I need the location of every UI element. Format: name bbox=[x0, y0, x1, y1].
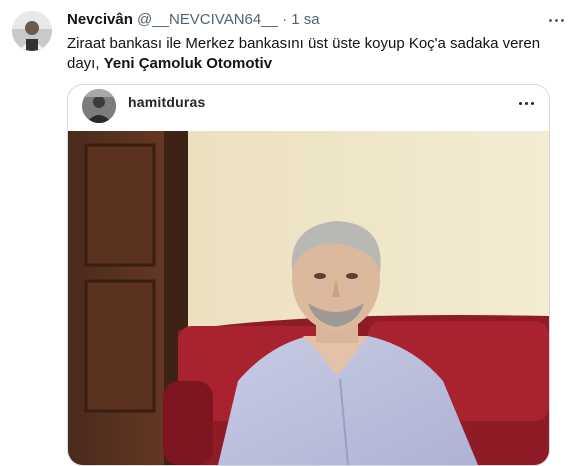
author-handle[interactable]: @__NEVCIVAN64__ bbox=[137, 11, 278, 28]
tweet-timestamp[interactable]: 1 sa bbox=[291, 11, 319, 28]
tweet-media[interactable]: hamitduras bbox=[67, 84, 550, 466]
author-avatar[interactable] bbox=[12, 11, 52, 51]
embedded-avatar-image bbox=[82, 89, 116, 123]
separator-dot: · bbox=[282, 11, 288, 28]
author-name[interactable]: Nevcivân bbox=[67, 11, 133, 28]
embedded-avatar bbox=[82, 89, 116, 123]
tweet-text: Ziraat bankası ile Merkez bankasını üst … bbox=[67, 34, 557, 74]
more-options-icon[interactable] bbox=[545, 12, 567, 28]
embedded-more-icon bbox=[515, 99, 537, 107]
embedded-username: hamitduras bbox=[128, 94, 206, 110]
tweet-header: Nevcivân @__NEVCIVAN64__ · 1 sa bbox=[67, 10, 320, 30]
embedded-photo bbox=[68, 131, 549, 465]
author-avatar-image bbox=[12, 11, 52, 51]
embedded-post-header: hamitduras bbox=[68, 85, 549, 131]
tweet-text-bold: Yeni Çamoluk Otomotiv bbox=[103, 55, 273, 72]
